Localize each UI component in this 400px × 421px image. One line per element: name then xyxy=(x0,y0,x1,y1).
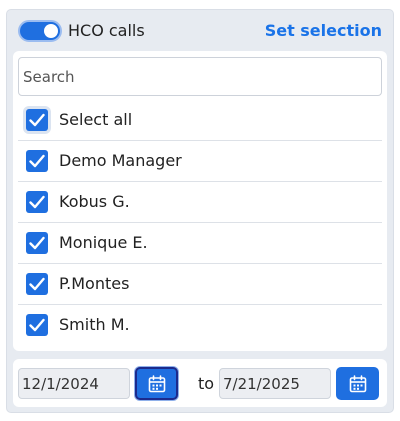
list-item-label: Monique E. xyxy=(59,233,148,252)
filter-panel: HCO calls Set selection Select all Demo … xyxy=(6,9,394,413)
check-icon xyxy=(29,195,45,209)
select-all-row[interactable]: Select all xyxy=(18,100,382,141)
set-selection-link[interactable]: Set selection xyxy=(265,20,382,42)
date-range-to-label: to xyxy=(198,374,215,393)
list-item[interactable]: Smith M. xyxy=(18,305,382,346)
list-item-checkbox[interactable] xyxy=(26,150,48,172)
list-item-label: Kobus G. xyxy=(59,192,130,211)
list-item[interactable]: P.Montes xyxy=(18,264,382,305)
search-input[interactable] xyxy=(18,57,382,96)
list-item-label: P.Montes xyxy=(59,274,130,293)
list-item[interactable]: Monique E. xyxy=(18,223,382,264)
list-item[interactable]: Demo Manager xyxy=(18,141,382,182)
toggle-knob xyxy=(44,24,58,38)
calendar-icon xyxy=(349,374,366,392)
selection-list: Select all Demo Manager Kobus G. Monique… xyxy=(13,51,387,351)
check-icon xyxy=(29,154,45,168)
hco-calls-toggle[interactable] xyxy=(18,20,62,42)
check-icon xyxy=(29,318,45,332)
start-date-calendar-button[interactable] xyxy=(135,367,178,400)
checkbox-list: Select all Demo Manager Kobus G. Monique… xyxy=(18,100,382,346)
list-item-checkbox[interactable] xyxy=(26,314,48,336)
date-range: to xyxy=(13,359,387,407)
list-item-label: Select all xyxy=(59,110,133,129)
calendar-icon xyxy=(148,374,165,392)
start-date-input[interactable] xyxy=(18,368,130,399)
end-date-calendar-button[interactable] xyxy=(336,367,379,400)
end-date-input[interactable] xyxy=(219,368,331,399)
hco-calls-label: HCO calls xyxy=(68,21,145,40)
list-item-label: Demo Manager xyxy=(59,151,182,170)
select-all-checkbox[interactable] xyxy=(26,109,48,131)
list-item-checkbox[interactable] xyxy=(26,273,48,295)
check-icon xyxy=(29,277,45,291)
list-item[interactable]: Kobus G. xyxy=(18,182,382,223)
list-item-checkbox[interactable] xyxy=(26,191,48,213)
list-item-label: Smith M. xyxy=(59,315,130,334)
list-item-checkbox[interactable] xyxy=(26,232,48,254)
check-icon xyxy=(29,113,45,127)
check-icon xyxy=(29,236,45,250)
